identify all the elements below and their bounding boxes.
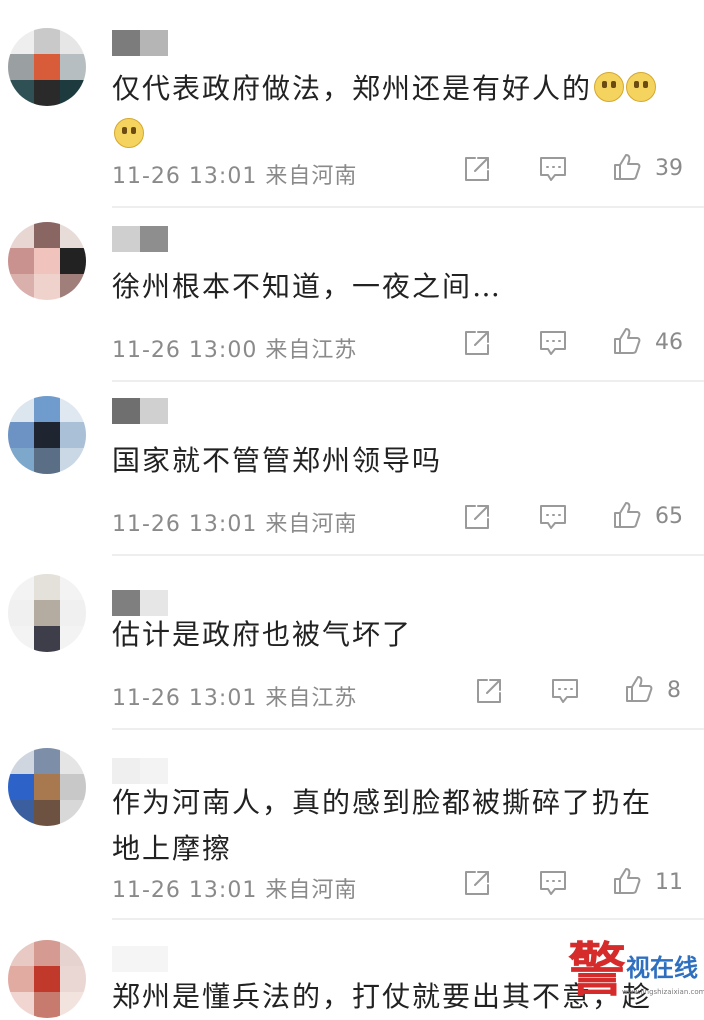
like-count: 65 [655, 504, 683, 529]
comment-meta: 11-26 13:00 来自江苏 [112, 338, 358, 363]
like-count: 46 [655, 330, 683, 355]
comment-text: 国家就不管管郑州领导吗 [112, 444, 443, 477]
like-count: 11 [655, 870, 683, 895]
username-blurred[interactable] [112, 30, 168, 56]
watermark-glyph: 警 [568, 936, 626, 1004]
repost-icon[interactable] [474, 676, 504, 706]
comment-text: 作为河南人，真的感到脸都被撕碎了扔在地上摩擦 [112, 786, 653, 865]
repost-icon[interactable] [462, 502, 492, 532]
like-icon[interactable] [612, 326, 642, 356]
comment-meta: 11-26 13:01 来自河南 [112, 878, 358, 903]
like-icon[interactable] [612, 866, 642, 896]
repost-icon[interactable] [462, 154, 492, 184]
crying-emoji-icon [114, 118, 144, 148]
comment-meta: 11-26 13:01 来自江苏 [112, 686, 358, 711]
avatar[interactable] [8, 574, 86, 652]
comment-meta: 11-26 13:01 来自河南 [112, 164, 358, 189]
comment-icon[interactable] [538, 502, 568, 532]
divider [112, 206, 704, 208]
like-icon[interactable] [624, 674, 654, 704]
avatar[interactable] [8, 28, 86, 106]
like-icon[interactable] [612, 152, 642, 182]
comment-text: 徐州根本不知道，一夜之间… [112, 270, 503, 303]
divider [112, 380, 704, 382]
avatar[interactable] [8, 748, 86, 826]
comment-meta: 11-26 13:01 来自河南 [112, 512, 358, 537]
username-blurred[interactable] [112, 398, 168, 424]
divider [112, 918, 704, 920]
comment-icon[interactable] [538, 154, 568, 184]
watermark-url: www.jingshizaixian.com [622, 988, 704, 996]
comment-icon[interactable] [538, 868, 568, 898]
avatar[interactable] [8, 940, 86, 1018]
comment-icon[interactable] [538, 328, 568, 358]
watermark-brand: 视在线 [626, 954, 698, 982]
watermark-logo: 警 视在线 www.jingshizaixian.com [568, 936, 704, 1004]
repost-icon[interactable] [462, 328, 492, 358]
crying-emoji-icon [626, 72, 657, 102]
divider [112, 554, 704, 556]
avatar[interactable] [8, 396, 86, 474]
comment-icon[interactable] [550, 676, 580, 706]
username-blurred[interactable] [112, 946, 168, 972]
like-count: 39 [655, 156, 683, 181]
avatar[interactable] [8, 222, 86, 300]
username-blurred[interactable] [112, 226, 168, 252]
comment-text: 估计是政府也被气坏了 [112, 618, 413, 651]
crying-emoji-icon [594, 72, 625, 102]
divider [112, 728, 704, 730]
repost-icon[interactable] [462, 868, 492, 898]
comment-text: 仅代表政府做法，郑州还是有好人的 [112, 66, 664, 158]
like-icon[interactable] [612, 500, 642, 530]
like-count: 8 [667, 678, 681, 703]
